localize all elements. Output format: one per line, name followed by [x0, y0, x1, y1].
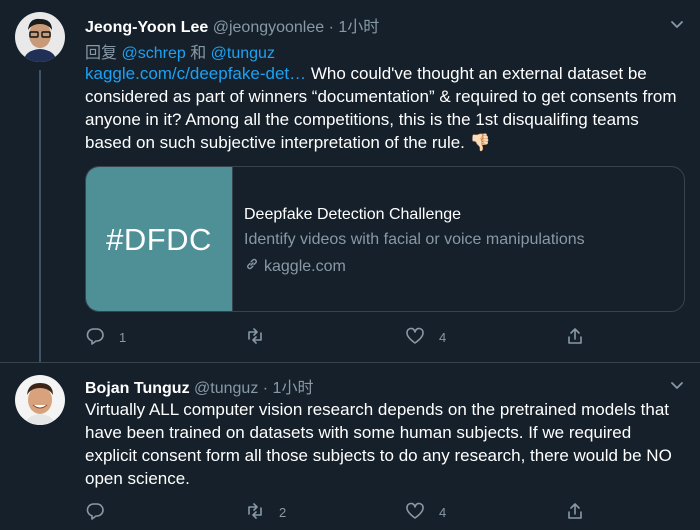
tweet-header: Bojan Tunguz @tunguz · 1小时 [85, 374, 313, 398]
reply-count: 1 [119, 330, 127, 345]
tweet-header: Jeong-Yoon Lee @jeongyoonlee · 1小时 [85, 13, 379, 37]
retweet-icon [245, 326, 265, 349]
card-domain: kaggle.com [244, 256, 346, 277]
card-image: #DFDC [86, 167, 233, 311]
tweet-bojan-tunguz[interactable]: Bojan Tunguz @tunguz · 1小时 Virtually ALL… [0, 362, 700, 530]
share-button[interactable] [565, 501, 585, 524]
author-name[interactable]: Jeong-Yoon Lee [85, 19, 208, 36]
card-image-text: #DFDC [106, 222, 212, 257]
timestamp[interactable]: 1小时 [273, 380, 314, 397]
like-count: 4 [439, 505, 447, 520]
share-icon [565, 501, 585, 524]
like-icon [405, 501, 425, 524]
avatar-jeong-yoon-lee[interactable] [15, 12, 65, 62]
chevron-down-icon[interactable] [669, 16, 685, 32]
replying-and: 和 [190, 45, 207, 62]
share-button[interactable] [565, 326, 585, 349]
like-button[interactable]: 4 [405, 501, 446, 524]
card-title: Deepfake Detection Challenge [244, 206, 462, 223]
reply-icon [85, 326, 105, 349]
tweet-link[interactable]: kaggle.com/c/deepfake-det… [85, 64, 306, 83]
retweet-count: 2 [279, 505, 287, 520]
tweet-text: Virtually ALL computer vision research d… [85, 400, 672, 488]
like-button[interactable]: 4 [405, 326, 446, 349]
reply-button[interactable]: 1 [85, 326, 126, 349]
author-handle[interactable]: @tunguz [194, 380, 258, 397]
tweet-jeong-yoon-lee[interactable]: Jeong-Yoon Lee @jeongyoonlee · 1小时 回复 @s… [0, 0, 700, 362]
like-icon [405, 326, 425, 349]
author-handle[interactable]: @jeongyoonlee [213, 19, 324, 36]
separator-dot: · [328, 19, 334, 36]
retweet-icon [245, 501, 265, 524]
avatar-bojan-tunguz[interactable] [15, 375, 65, 425]
author-name[interactable]: Bojan Tunguz [85, 380, 190, 397]
share-icon [565, 326, 585, 349]
mention-tunguz[interactable]: @tunguz [211, 45, 275, 62]
link-icon [244, 256, 260, 277]
card-domain-text: kaggle.com [264, 257, 346, 275]
reply-button[interactable] [85, 501, 119, 524]
card-description: Identify videos with facial or voice man… [244, 231, 585, 248]
retweet-button[interactable]: 2 [245, 501, 286, 524]
thread-connector-line [39, 70, 41, 362]
chevron-down-icon[interactable] [669, 377, 685, 393]
separator-dot: · [262, 380, 269, 397]
retweet-button[interactable] [245, 326, 279, 349]
timestamp[interactable]: 1小时 [338, 19, 379, 36]
like-count: 4 [439, 330, 447, 345]
link-card[interactable]: #DFDC Deepfake Detection Challenge Ident… [85, 166, 685, 312]
replying-to: 回复 @schrep 和 @tunguz [85, 39, 275, 63]
tweet-text: kaggle.com/c/deepfake-det… Who could've … [85, 62, 685, 154]
reply-icon [85, 501, 105, 524]
mention-schrep[interactable]: @schrep [121, 45, 185, 62]
replying-prefix: 回复 [85, 45, 118, 62]
